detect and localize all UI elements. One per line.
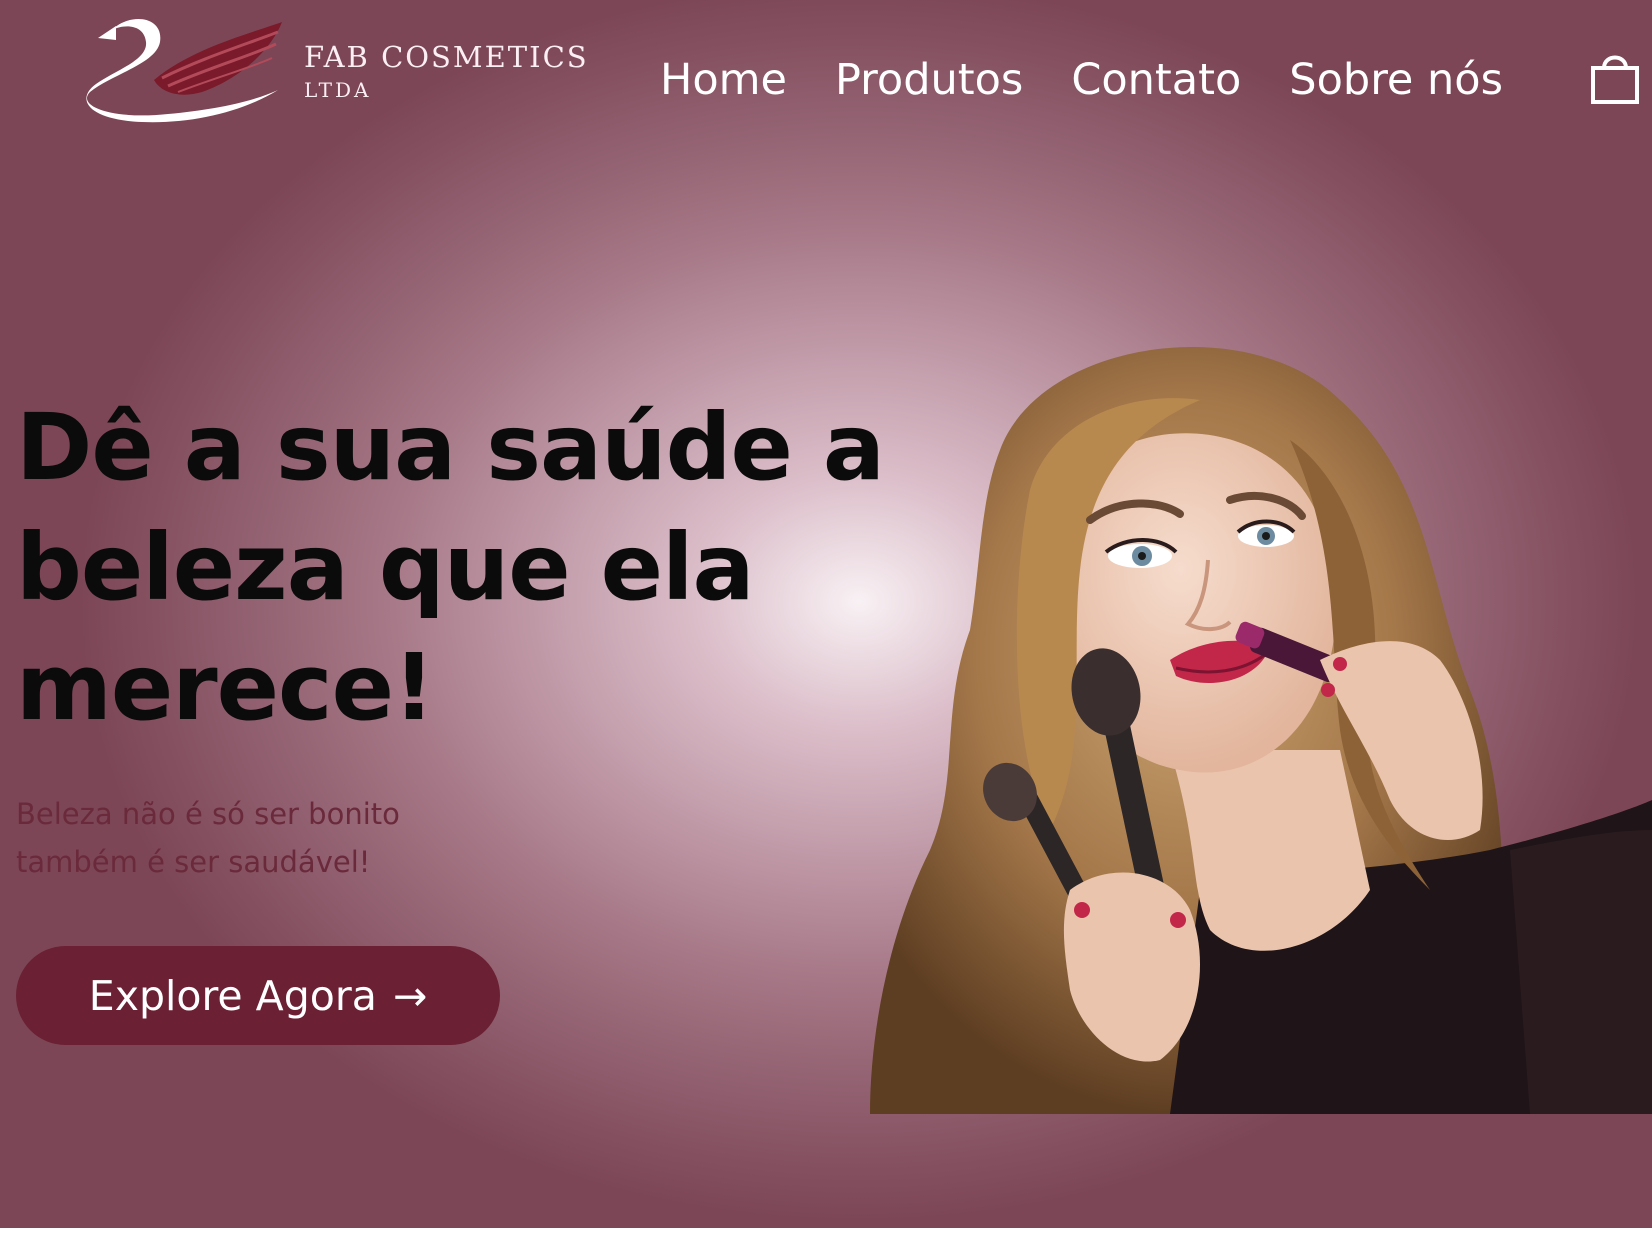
hero-headline: Dê a sua saúde a beleza que ela merece! (16, 394, 885, 741)
cart-button[interactable] (1590, 50, 1642, 106)
brand-name: FAB COSMETICS (304, 40, 589, 74)
model-photo (870, 347, 1652, 1114)
hero-tagline: Beleza não é só ser bonito também é ser … (16, 797, 400, 879)
hero-section: FAB COSMETICS LTDA Home Produtos Contato… (0, 0, 1652, 1228)
explore-button-label: Explore Agora (88, 971, 377, 1020)
brand-logo[interactable]: FAB COSMETICS LTDA (82, 8, 622, 126)
nav-produtos[interactable]: Produtos (835, 55, 1023, 105)
nav-home[interactable]: Home (660, 55, 787, 105)
explore-button[interactable]: Explore Agora → (16, 946, 500, 1045)
nav-sobre-nos[interactable]: Sobre nós (1289, 55, 1503, 105)
arrow-right-icon: → (392, 971, 428, 1020)
main-nav: Home Produtos Contato Sobre nós (660, 48, 1551, 112)
brand-suffix: LTDA (304, 78, 372, 102)
shopping-bag-icon (1591, 55, 1639, 104)
nav-contato[interactable]: Contato (1071, 55, 1241, 105)
swan-logo-icon (86, 18, 282, 123)
